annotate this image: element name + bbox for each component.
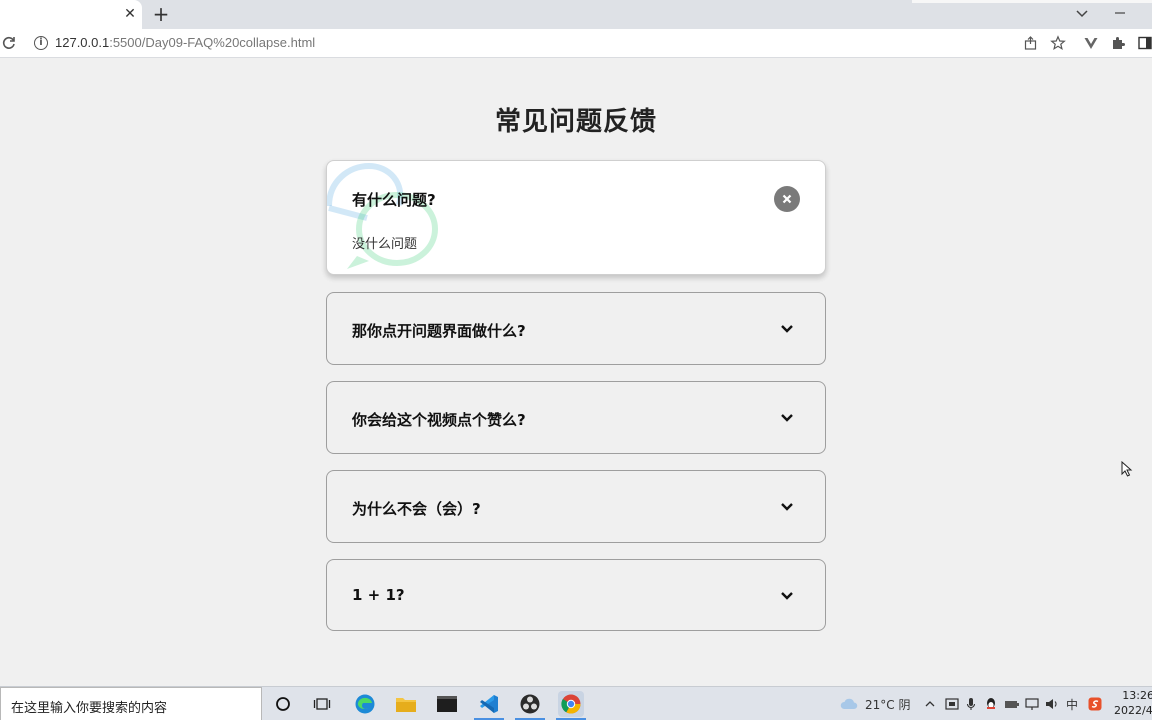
faq-expand-button[interactable]: [774, 405, 800, 431]
faq-expand-button[interactable]: [774, 316, 800, 342]
faq-item-5[interactable]: 1 + 1?: [326, 559, 826, 631]
faq-item-1: 有什么问题? 没什么问题: [326, 160, 826, 275]
faq-expand-button[interactable]: [774, 583, 800, 609]
battery-icon[interactable]: [1004, 687, 1020, 720]
task-view-icon[interactable]: [309, 691, 335, 717]
tray-app-icon[interactable]: [945, 687, 959, 720]
tab-strip: ✕ +: [0, 0, 1152, 29]
faq-question: 有什么问题?: [352, 191, 436, 209]
chrome-icon[interactable]: [558, 691, 584, 717]
weather-widget[interactable]: 21°C 阴: [840, 687, 910, 720]
extensions-puzzle-icon[interactable]: [1110, 35, 1126, 51]
edge-browser-icon[interactable]: [352, 691, 378, 717]
cloud-icon: [840, 698, 858, 709]
new-tab-button[interactable]: +: [151, 3, 171, 25]
taskbar-search-input[interactable]: 在这里输入你要搜索的内容: [0, 687, 262, 720]
share-icon[interactable]: [1023, 35, 1039, 51]
faq-question: 你会给这个视频点个赞么?: [352, 411, 526, 429]
network-icon[interactable]: [1025, 687, 1039, 720]
chat-bubble-decoration-icon: [327, 162, 438, 269]
site-info-icon[interactable]: i: [34, 36, 48, 50]
extension-vue-icon[interactable]: [1083, 35, 1099, 51]
taskbar-search-placeholder: 在这里输入你要搜索的内容: [11, 701, 168, 716]
sogou-ime-icon[interactable]: [1088, 687, 1102, 720]
page-title: 常见问题反馈: [494, 107, 657, 137]
chevron-down-icon: [781, 503, 793, 511]
browser-toolbar: i 127.0.0.1:5500/Day09-FAQ%20collapse.ht…: [0, 29, 1152, 58]
terminal-icon[interactable]: [434, 691, 460, 717]
url-path: :5500/Day09-FAQ%20collapse.html: [109, 35, 316, 50]
faq-item-4[interactable]: 为什么不会（会）?: [326, 470, 826, 543]
chevron-down-icon: [781, 325, 793, 333]
tray-overflow-chevron-icon[interactable]: [924, 687, 936, 720]
system-clock[interactable]: 13:26 2022/4/: [1114, 688, 1152, 718]
microphone-icon[interactable]: [966, 687, 976, 720]
close-icon: [782, 194, 792, 204]
obs-icon[interactable]: [517, 691, 543, 717]
faq-item-2[interactable]: 那你点开问题界面做什么?: [326, 292, 826, 365]
file-explorer-icon[interactable]: [393, 691, 419, 717]
faq-answer: 没什么问题: [352, 237, 418, 252]
faq-question: 那你点开问题界面做什么?: [352, 322, 526, 340]
faq-item-3[interactable]: 你会给这个视频点个赞么?: [326, 381, 826, 454]
window-edge: [912, 0, 1152, 3]
faq-close-button[interactable]: [774, 186, 800, 212]
qq-icon[interactable]: [985, 687, 997, 720]
reload-icon[interactable]: [1, 35, 17, 51]
faq-question: 1 + 1?: [352, 586, 405, 604]
input-method-indicator[interactable]: 中: [1066, 687, 1078, 720]
cortana-icon[interactable]: [270, 691, 296, 717]
volume-icon[interactable]: [1045, 687, 1059, 720]
faq-expand-button[interactable]: [774, 494, 800, 520]
browser-tab-active[interactable]: ✕: [0, 0, 142, 29]
windows-taskbar: 在这里输入你要搜索的内容 21°C 阴 中 13:26 2022/4: [0, 686, 1152, 720]
chevron-down-icon: [781, 414, 793, 422]
tab-search-chevron-icon[interactable]: [1072, 5, 1092, 23]
chevron-down-icon: [781, 592, 793, 600]
url-host: 127.0.0.1: [55, 35, 110, 50]
minimize-window-icon[interactable]: [1110, 4, 1130, 22]
mouse-cursor-icon: [1121, 461, 1133, 477]
clock-date: 2022/4/: [1114, 704, 1152, 717]
address-bar[interactable]: 127.0.0.1:5500/Day09-FAQ%20collapse.html: [55, 35, 315, 51]
side-panel-icon[interactable]: [1137, 35, 1152, 51]
bookmark-star-icon[interactable]: [1050, 35, 1066, 51]
vscode-icon[interactable]: [476, 691, 502, 717]
tab-close-icon[interactable]: ✕: [121, 5, 139, 23]
weather-text: 21°C 阴: [865, 697, 911, 712]
faq-question: 为什么不会（会）?: [352, 500, 481, 518]
clock-time: 13:26: [1122, 689, 1152, 702]
